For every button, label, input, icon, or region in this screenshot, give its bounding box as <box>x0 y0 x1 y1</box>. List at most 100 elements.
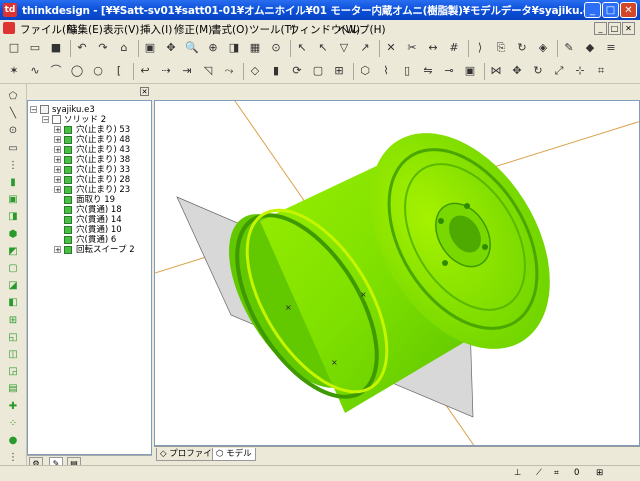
line-icon[interactable]: ╲ <box>5 107 21 121</box>
expand-icon[interactable]: + <box>54 246 61 254</box>
menu-insert[interactable]: 挿入(I) <box>140 22 172 37</box>
vertex-icon[interactable]: ✶ <box>6 63 22 79</box>
solid-chamfer-icon[interactable]: ◧ <box>5 296 21 310</box>
model-tree[interactable]: − syajiku.e3 − ソリッド 2 + 穴(止まり) 53 + 穴(止まり) … <box>27 100 152 455</box>
minimize-button[interactable]: _ <box>584 2 601 18</box>
solid-extrude-icon[interactable]: ▣ <box>5 193 21 207</box>
funnel-icon[interactable]: ▽ <box>336 40 352 56</box>
expand-icon[interactable]: + <box>54 186 61 194</box>
tools-icon[interactable]: ✎ <box>561 40 577 56</box>
solid-shell-icon[interactable]: ▢ <box>5 262 21 276</box>
box-icon[interactable]: ▣ <box>462 63 478 79</box>
bolt-hole[interactable] <box>482 244 488 250</box>
zoom-icon[interactable]: 🔍 <box>184 40 200 56</box>
blend-icon[interactable]: ⇥ <box>179 63 195 79</box>
wire-icon[interactable]: ⌇ <box>378 63 394 79</box>
solid-split-icon[interactable]: ◫ <box>5 348 21 362</box>
fillet-icon[interactable]: ↩ <box>137 63 153 79</box>
solid-sweep-icon[interactable]: ⬢ <box>5 228 21 242</box>
rectangle-icon[interactable]: ▭ <box>5 142 21 156</box>
expand-icon[interactable]: + <box>54 146 61 154</box>
mdi-minimize-button[interactable]: _ <box>594 22 607 35</box>
pointer-icon[interactable]: ↗ <box>357 40 373 56</box>
tree-icon[interactable]: ✚ <box>5 400 21 414</box>
spline-icon[interactable]: ⌒ <box>48 63 64 79</box>
bracket-icon[interactable]: [ <box>111 63 127 79</box>
patch-icon[interactable]: ⬡ <box>357 63 373 79</box>
more-bottom-icon[interactable]: ⋮ <box>5 451 21 465</box>
revolve-icon[interactable]: ⟳ <box>289 63 305 79</box>
solid-boolean-icon[interactable]: ⊞ <box>5 314 21 328</box>
grid-icon[interactable]: # <box>446 40 462 56</box>
expand-icon[interactable]: + <box>54 156 61 164</box>
sweep-icon[interactable]: ⤳ <box>221 63 237 79</box>
solid-revolve-icon[interactable]: ◨ <box>5 210 21 224</box>
status-grid-icon[interactable]: ⌗ <box>554 467 559 479</box>
offset-icon[interactable]: ⇢ <box>158 63 174 79</box>
open-folder-icon[interactable]: ▭ <box>27 40 43 56</box>
tab-model[interactable]: ⬡ モデル <box>212 448 256 461</box>
extend-icon[interactable]: ↔ <box>425 40 441 56</box>
solid-pattern-icon[interactable]: ◲ <box>5 365 21 379</box>
shaded-cube-icon[interactable]: ▣ <box>142 40 158 56</box>
layers-icon[interactable]: ≡ <box>603 40 619 56</box>
mirror-icon[interactable]: ⇋ <box>420 63 436 79</box>
save-icon[interactable]: ■ <box>48 40 64 56</box>
polygon-icon[interactable]: ⬠ <box>5 90 21 104</box>
pipe-icon[interactable]: ⊸ <box>441 63 457 79</box>
expand-icon[interactable]: + <box>54 126 61 134</box>
dots-array-icon[interactable]: ⁘ <box>5 417 21 431</box>
panel-close-icon[interactable]: ✕ <box>140 87 149 96</box>
menu-view[interactable]: 表示(V) <box>103 22 139 37</box>
sphere-icon[interactable]: ● <box>5 434 21 448</box>
pick-icon[interactable]: ↖ <box>315 40 331 56</box>
model-canvas[interactable]: × × × <box>155 101 640 446</box>
measure-icon[interactable]: ⌗ <box>593 63 609 79</box>
table-icon[interactable]: ▦ <box>247 40 263 56</box>
view-cube-icon[interactable]: ◨ <box>226 40 242 56</box>
copy-icon[interactable]: ⎘ <box>493 40 509 56</box>
mdi-close-button[interactable]: ✕ <box>622 22 635 35</box>
circle-icon[interactable]: ○ <box>90 63 106 79</box>
solid-fillet-icon[interactable]: ◪ <box>5 279 21 293</box>
circle-point-icon[interactable]: ⊙ <box>5 124 21 138</box>
menu-modify[interactable]: 修正(M) <box>174 22 212 37</box>
paint-icon[interactable]: ◈ <box>535 40 551 56</box>
status-snap-icon[interactable]: ⟋ <box>536 467 542 479</box>
ellipse-icon[interactable]: ◯ <box>69 63 85 79</box>
transform-icon[interactable]: ↻ <box>514 40 530 56</box>
lock-icon[interactable]: ⌂ <box>116 40 132 56</box>
zoom-fit-icon[interactable]: ⊙ <box>268 40 284 56</box>
solid-draft-icon[interactable]: ◱ <box>5 331 21 345</box>
bolt-hole[interactable] <box>438 218 444 224</box>
close-button[interactable]: ✕ <box>620 2 637 18</box>
maximize-button[interactable]: □ <box>602 2 619 18</box>
curve-icon[interactable]: ∿ <box>27 63 43 79</box>
group-icon[interactable]: ⋈ <box>488 63 504 79</box>
menu-help[interactable]: ヘルプ(H) <box>338 22 386 37</box>
solid-mirror-icon[interactable]: ▤ <box>5 382 21 396</box>
collapse-icon[interactable]: − <box>42 116 49 124</box>
arrow-select-icon[interactable]: ↖ <box>294 40 310 56</box>
collapse-icon[interactable]: − <box>30 106 37 114</box>
chamfer-icon[interactable]: ◹ <box>200 63 216 79</box>
trim-icon[interactable]: ✂ <box>404 40 420 56</box>
status-link-icon[interactable]: ⊥ <box>514 467 521 479</box>
tree-root-label[interactable]: syajiku.e3 <box>52 105 95 115</box>
expand-icon[interactable]: + <box>54 166 61 174</box>
doc-icon[interactable] <box>3 22 15 34</box>
surface-icon[interactable]: ◇ <box>247 63 263 79</box>
mdi-restore-button[interactable]: □ <box>608 22 621 35</box>
plugin-icon[interactable]: ◆ <box>582 40 598 56</box>
bolt-hole[interactable] <box>442 260 448 266</box>
rotate-icon[interactable]: ↻ <box>530 63 546 79</box>
bolt-hole[interactable] <box>464 203 470 209</box>
redo-icon[interactable]: ↷ <box>95 40 111 56</box>
split-icon[interactable]: ⟩ <box>472 40 488 56</box>
solid-box-icon[interactable]: ▮ <box>5 176 21 190</box>
extrude-icon[interactable]: ▮ <box>268 63 284 79</box>
menu-format[interactable]: 書式(O) <box>211 22 248 37</box>
scale-icon[interactable]: ⤢ <box>551 63 567 79</box>
delete-x-icon[interactable]: ✕ <box>383 40 399 56</box>
move-icon[interactable]: ✥ <box>509 63 525 79</box>
